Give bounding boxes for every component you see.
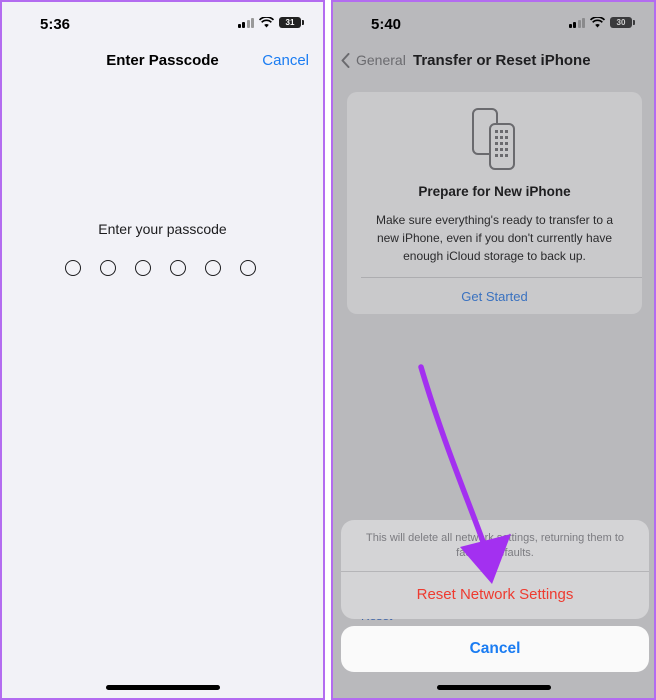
- passcode-dot: [205, 260, 221, 276]
- status-icons: 31: [237, 17, 304, 28]
- card-description: Make sure everything's ready to transfer…: [375, 213, 614, 263]
- passcode-dot: [170, 260, 186, 276]
- cellular-signal-icon: [237, 17, 254, 28]
- passcode-dots: [65, 260, 256, 276]
- get-started-button[interactable]: Get Started: [347, 289, 642, 304]
- status-bar: 5:36 31: [2, 2, 323, 46]
- status-bar: 5:40 30: [333, 2, 654, 46]
- action-sheet-message: This will delete all network settings, r…: [365, 532, 624, 559]
- cellular-signal-icon: [568, 17, 585, 28]
- action-sheet-cancel-button[interactable]: Cancel: [341, 626, 649, 672]
- transfer-reset-screen: 5:40 30 General Transfer or Reset iPhone: [331, 0, 656, 700]
- passcode-dot: [135, 260, 151, 276]
- battery-icon: 30: [610, 17, 635, 28]
- passcode-prompt: Enter your passcode: [98, 221, 227, 237]
- passcode-screen: 5:36 31 Enter Passcode Cancel Enter your…: [0, 0, 325, 700]
- card-title: Prepare for New iPhone: [418, 184, 571, 199]
- cancel-button[interactable]: Cancel: [262, 52, 309, 69]
- home-indicator[interactable]: [436, 685, 551, 690]
- wifi-icon: [259, 17, 274, 28]
- prepare-new-iphone-card: Prepare for New iPhone Make sure everyth…: [347, 92, 642, 314]
- action-sheet: This will delete all network settings, r…: [341, 520, 649, 619]
- status-icons: 30: [568, 17, 635, 28]
- passcode-dot: [100, 260, 116, 276]
- reset-network-settings-button[interactable]: Reset Network Settings: [341, 586, 649, 603]
- passcode-dot: [240, 260, 256, 276]
- chevron-left-icon: [341, 52, 350, 68]
- passcode-dot: [65, 260, 81, 276]
- wifi-icon: [590, 17, 605, 28]
- page-title: Transfer or Reset iPhone: [413, 52, 591, 69]
- battery-icon: 31: [279, 17, 304, 28]
- home-indicator[interactable]: [105, 685, 220, 690]
- status-time: 5:36: [40, 16, 71, 33]
- status-time: 5:40: [371, 16, 402, 33]
- phone-transfer-icon: [472, 108, 515, 170]
- back-button[interactable]: General: [341, 52, 406, 68]
- divider: [341, 571, 649, 572]
- divider: [361, 277, 642, 278]
- back-button-label: General: [356, 52, 406, 68]
